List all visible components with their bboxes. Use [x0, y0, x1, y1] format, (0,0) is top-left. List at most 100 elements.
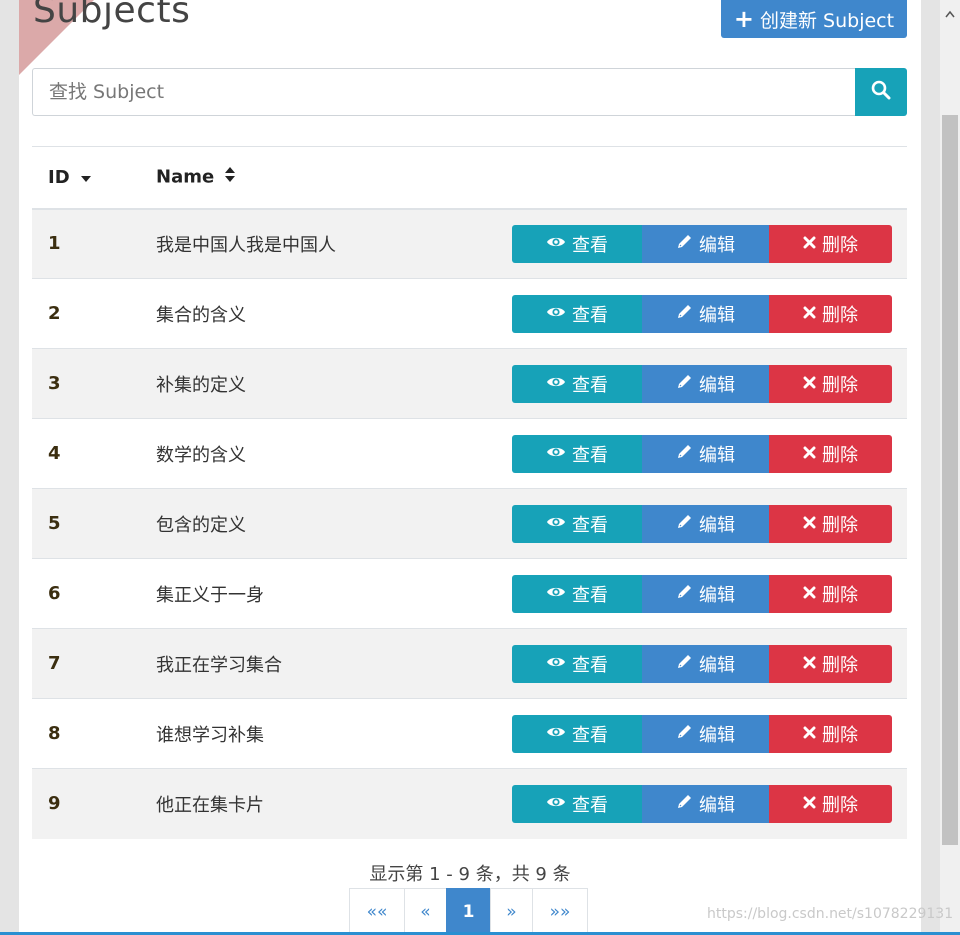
row-id: 2: [48, 303, 61, 324]
view-button-label: 查看: [572, 304, 608, 326]
previous-page-button[interactable]: «: [404, 888, 447, 935]
row-name: 我是中国人我是中国人: [156, 234, 336, 256]
edit-button-label: 编辑: [699, 304, 735, 326]
id-column-header[interactable]: ID: [32, 147, 156, 209]
delete-button[interactable]: 删除: [769, 364, 892, 403]
eye-icon: [546, 443, 566, 464]
row-actions: 查看 编辑 删除: [391, 699, 907, 769]
delete-button[interactable]: 删除: [769, 224, 892, 263]
times-icon: [803, 233, 816, 254]
next-page-button[interactable]: »: [490, 888, 533, 935]
row-name: 我正在学习集合: [156, 654, 282, 676]
view-button[interactable]: 查看: [512, 644, 642, 683]
edit-button[interactable]: 编辑: [642, 434, 769, 473]
row-action-group: 查看 编辑 删除: [512, 574, 892, 613]
view-button-label: 查看: [572, 374, 608, 396]
edit-button-label: 编辑: [699, 444, 735, 466]
current-page-button[interactable]: 1: [446, 888, 491, 935]
times-icon: [803, 793, 816, 814]
view-button[interactable]: 查看: [512, 294, 642, 333]
name-column-header[interactable]: Name: [156, 147, 391, 209]
times-icon: [803, 443, 816, 464]
view-button[interactable]: 查看: [512, 434, 642, 473]
row-id: 1: [48, 233, 61, 255]
view-button[interactable]: 查看: [512, 224, 642, 263]
edit-button-label: 编辑: [699, 794, 735, 816]
pencil-icon: [676, 303, 693, 325]
row-actions: 查看 编辑 删除: [391, 769, 907, 839]
plus-icon: +: [733, 5, 755, 33]
view-button[interactable]: 查看: [512, 574, 642, 613]
edit-button[interactable]: 编辑: [642, 574, 769, 613]
times-icon: [803, 303, 816, 324]
delete-button[interactable]: 删除: [769, 574, 892, 613]
delete-button-label: 删除: [822, 584, 858, 606]
times-icon: [803, 723, 816, 744]
view-button[interactable]: 查看: [512, 364, 642, 403]
row-action-group: 查看 编辑 删除: [512, 644, 892, 683]
row-actions: 查看 编辑 删除: [391, 629, 907, 699]
last-page-button[interactable]: »»: [532, 888, 588, 935]
subjects-table: ID Name 1 我是中国人我是中国人 查看 编辑 删除 2 集合的含义 查看…: [32, 146, 907, 839]
delete-button-label: 删除: [822, 234, 858, 256]
row-id: 5: [48, 513, 61, 534]
delete-button[interactable]: 删除: [769, 784, 892, 823]
edit-button-label: 编辑: [699, 514, 735, 536]
edit-button[interactable]: 编辑: [642, 504, 769, 543]
view-button-label: 查看: [572, 794, 608, 816]
pencil-icon: [676, 443, 693, 465]
row-action-group: 查看 编辑 删除: [512, 364, 892, 403]
search-button[interactable]: [855, 68, 907, 116]
delete-button[interactable]: 删除: [769, 714, 892, 753]
edit-button[interactable]: 编辑: [642, 714, 769, 753]
row-id: 8: [48, 723, 61, 744]
scroll-up-arrow-icon[interactable]: [940, 0, 960, 28]
table-row: 5 包含的定义 查看 编辑 删除: [32, 488, 907, 559]
edit-button-label: 编辑: [699, 724, 735, 746]
eye-icon: [546, 583, 566, 604]
eye-icon: [546, 723, 566, 744]
row-id: 7: [48, 653, 61, 674]
eye-icon: [546, 373, 566, 394]
pencil-icon: [676, 793, 693, 815]
row-id: 9: [48, 793, 61, 815]
search-input[interactable]: [32, 68, 855, 116]
pencil-icon: [676, 513, 693, 535]
row-id: 3: [48, 373, 61, 394]
scrollbar-thumb[interactable]: [942, 115, 958, 845]
watermark: https://blog.csdn.net/s1078229131: [707, 906, 954, 922]
row-action-group: 查看 编辑 删除: [512, 294, 892, 333]
delete-button[interactable]: 删除: [769, 434, 892, 473]
view-button[interactable]: 查看: [512, 714, 642, 753]
eye-icon: [546, 233, 566, 254]
edit-button[interactable]: 编辑: [642, 364, 769, 403]
edit-button[interactable]: 编辑: [642, 784, 769, 823]
row-actions: 查看 编辑 删除: [391, 279, 907, 349]
create-subject-button[interactable]: + 创建新 Subject: [721, 0, 907, 38]
row-name: 补集的定义: [156, 374, 246, 396]
times-icon: [803, 373, 816, 394]
view-button[interactable]: 查看: [512, 504, 642, 543]
delete-button[interactable]: 删除: [769, 294, 892, 333]
vertical-scrollbar[interactable]: [940, 0, 960, 935]
pencil-icon: [676, 373, 693, 395]
eye-icon: [546, 303, 566, 324]
row-actions: 查看 编辑 删除: [391, 419, 907, 489]
edit-button[interactable]: 编辑: [642, 224, 769, 263]
table-row: 8 谁想学习补集 查看 编辑 删除: [32, 698, 907, 769]
view-button[interactable]: 查看: [512, 784, 642, 823]
delete-button-label: 删除: [822, 794, 858, 816]
first-page-button[interactable]: ««: [349, 888, 405, 935]
eye-icon: [546, 653, 566, 674]
delete-button[interactable]: 删除: [769, 644, 892, 683]
pencil-icon: [676, 583, 693, 605]
delete-button[interactable]: 删除: [769, 504, 892, 543]
row-action-group: 查看 编辑 删除: [512, 714, 892, 753]
row-name: 他正在集卡片: [156, 794, 264, 816]
edit-button[interactable]: 编辑: [642, 294, 769, 333]
edit-button[interactable]: 编辑: [642, 644, 769, 683]
row-action-group: 查看 编辑 删除: [512, 224, 892, 263]
pencil-icon: [676, 233, 693, 255]
edit-button-label: 编辑: [699, 234, 735, 256]
table-row: 4 数学的含义 查看 编辑 删除: [32, 418, 907, 489]
